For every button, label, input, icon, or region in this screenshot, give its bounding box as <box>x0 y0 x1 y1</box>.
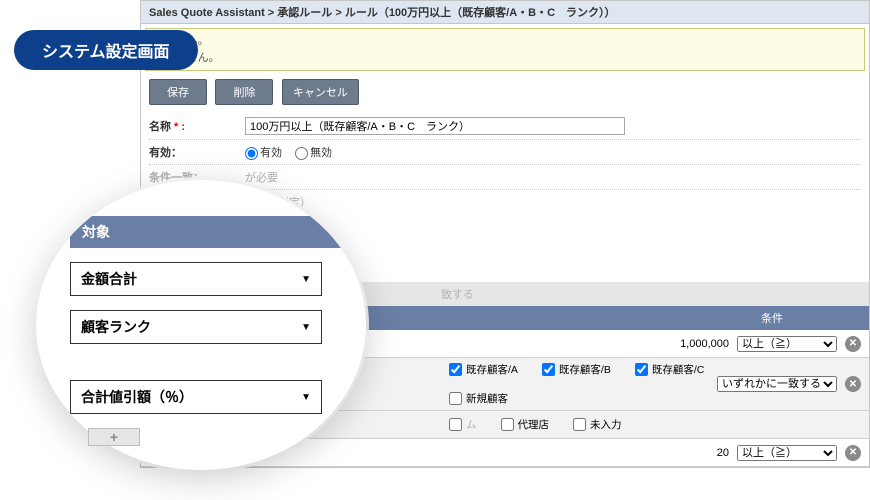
cond-row-1-delete[interactable]: ✕ <box>845 336 861 352</box>
cond-hdr-cond: 条件 <box>707 306 837 330</box>
spotlight: 対象 金額合計 ▼ 顧客ランク ▼ 合計値引額（％） ▼ <box>36 180 366 470</box>
chk-new[interactable]: 新規顧客 <box>449 391 508 406</box>
cond-row-3-delete[interactable]: ✕ <box>845 445 861 461</box>
spotlight-select-1-label: 金額合計 <box>81 269 137 289</box>
info-line-2: 別しません。 <box>154 50 856 67</box>
cond-row-1-value: 1,000,000 <box>441 338 737 350</box>
callout-badge: システム設定画面 <box>14 30 198 70</box>
spotlight-header: 対象 <box>70 216 346 248</box>
spotlight-select-2[interactable]: 顧客ランク ▼ <box>70 310 322 344</box>
info-banner: れません。 別しません。 <box>145 28 865 71</box>
chk-existing-c[interactable]: 既存顧客/C <box>635 362 705 377</box>
enable-yes[interactable]: 有効 <box>245 147 282 159</box>
cond-row-2-checks: 既存顧客/A 既存顧客/B 既存顧客/C 新規顧客 <box>441 358 717 410</box>
chevron-down-icon: ▼ <box>301 322 311 333</box>
cond-row-3-op[interactable]: 以上（≧） <box>737 445 837 461</box>
chk-existing-a[interactable]: 既存顧客/A <box>449 362 518 377</box>
cond-row-3-value: 20 <box>441 447 737 459</box>
info-line-1: れません。 <box>154 33 856 50</box>
cond-row-2b-checks: ム 代理店 未入力 <box>441 413 717 436</box>
spotlight-select-2-label: 顧客ランク <box>81 317 151 337</box>
cond-hint: が必要 <box>245 169 278 185</box>
cond-row-2-delete[interactable]: ✕ <box>845 376 861 392</box>
chk-na[interactable]: 未入力 <box>573 417 622 432</box>
chk-existing-b[interactable]: 既存顧客/B <box>542 362 611 377</box>
delete-button[interactable]: 削除 <box>215 79 273 105</box>
name-field[interactable] <box>245 117 625 135</box>
enable-no[interactable]: 無効 <box>295 147 332 159</box>
cond-row-2-op[interactable]: いずれかに一致する <box>717 376 837 392</box>
spotlight-select-3-label: 合計値引額（％） <box>81 387 193 407</box>
breadcrumb: Sales Quote Assistant > 承認ルール > ルール（100万… <box>141 1 869 24</box>
chevron-down-icon: ▼ <box>301 274 311 285</box>
chk-agent[interactable]: 代理店 <box>501 417 550 432</box>
cond-row-1-op[interactable]: 以上（≧） <box>737 336 837 352</box>
spotlight-select-1[interactable]: 金額合計 ▼ <box>70 262 322 296</box>
spotlight-select-3[interactable]: 合計値引額（％） ▼ <box>70 380 322 414</box>
toolbar: 保存 削除 キャンセル <box>149 79 861 105</box>
chk-m[interactable]: ム <box>449 417 477 432</box>
chevron-down-icon: ▼ <box>301 392 311 403</box>
enable-radios: 有効 無効 <box>245 144 342 160</box>
name-label: 名称 * : <box>149 118 245 134</box>
enable-label: 有効： <box>149 144 245 160</box>
save-button[interactable]: 保存 <box>149 79 207 105</box>
cancel-button[interactable]: キャンセル <box>282 79 359 105</box>
spotlight-add-row[interactable]: + <box>88 428 140 446</box>
